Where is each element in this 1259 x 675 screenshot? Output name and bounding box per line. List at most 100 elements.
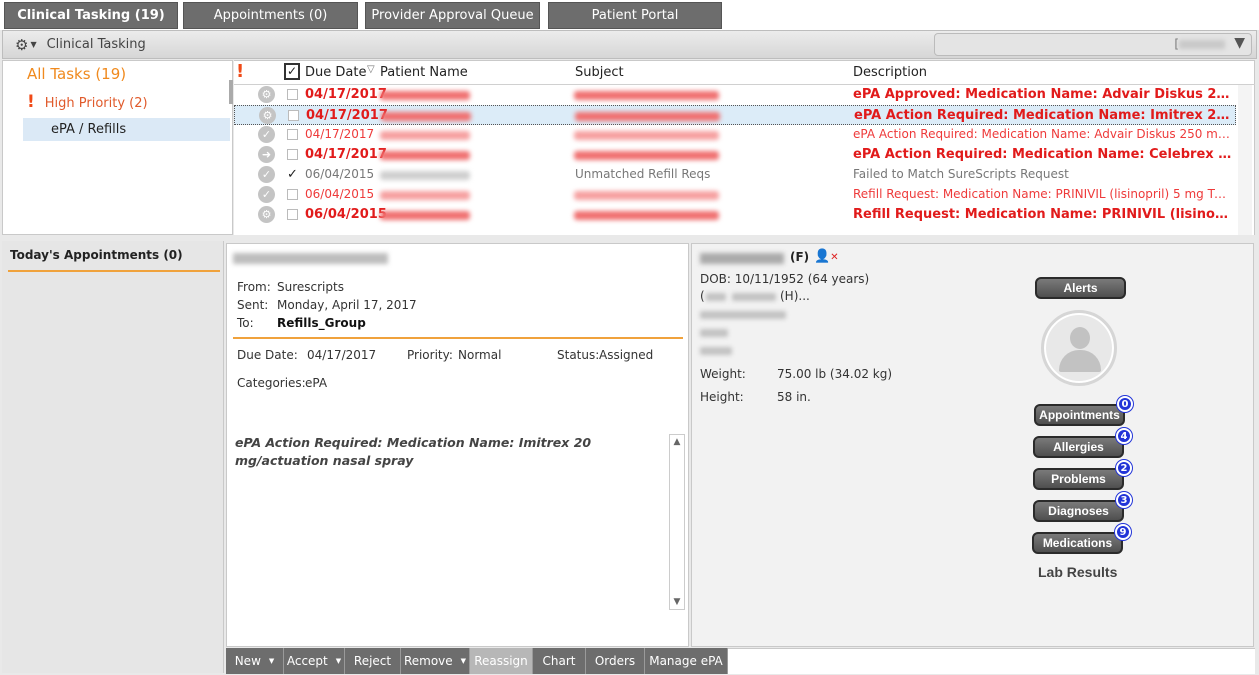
row-checkbox[interactable] [287, 189, 298, 200]
diagnoses-button[interactable]: Diagnoses [1033, 500, 1124, 522]
patient-unlinked-icon[interactable]: 👤✕ [814, 249, 839, 264]
column-description[interactable]: Description [853, 65, 927, 80]
accept-button[interactable]: Accept ▼ [284, 648, 345, 674]
status-strip [728, 648, 1255, 674]
task-row[interactable]: ⚙ 06/04/2015 Refill Request: Medication Na… [234, 205, 1236, 225]
chevron-down-icon[interactable]: ▼ [30, 40, 36, 49]
column-subject[interactable]: Subject [575, 65, 624, 80]
medications-button[interactable]: Medications [1032, 532, 1123, 554]
remove-button[interactable]: Remove ▼ [401, 648, 470, 674]
lab-results-link[interactable]: Lab Results [1038, 564, 1117, 580]
redacted-patient-name [380, 191, 470, 200]
chevron-down-icon[interactable]: ▼ [269, 657, 274, 665]
priority-icon: ! [27, 92, 35, 112]
redacted-patient-name [380, 211, 470, 220]
chevron-down-icon[interactable]: ▼ [461, 657, 466, 665]
todays-appointments-title: Today's Appointments (0) [10, 248, 183, 262]
task-status-arrow-icon: ➜ [258, 146, 275, 163]
top-tab-bar: Clinical Tasking (19) Appointments (0) P… [0, 0, 1259, 30]
redacted-subject [575, 112, 720, 121]
sent-value: Monday, April 17, 2017 [277, 298, 417, 312]
due-date-cell: 04/17/2017 [306, 108, 388, 123]
task-detail-pane: From: Surescripts Sent: Monday, April 17… [226, 243, 689, 647]
redacted-subject [574, 131, 719, 140]
scroll-up-icon[interactable]: ▲ [670, 435, 684, 449]
problems-button[interactable]: Problems [1033, 468, 1124, 490]
row-checkbox[interactable] [288, 110, 299, 121]
row-checkbox[interactable] [287, 129, 298, 140]
chart-button[interactable]: Chart [533, 648, 586, 674]
filter-all-tasks[interactable]: All Tasks (19) [27, 65, 126, 83]
task-row[interactable]: ⚙ 04/17/2017 ePA Approved: Medication Name… [234, 85, 1236, 105]
from-label: From: [237, 280, 271, 294]
tab-label: Patient Portal [591, 8, 679, 23]
chevron-down-icon[interactable]: ▼ [336, 657, 341, 665]
new-button[interactable]: New ▼ [226, 648, 284, 674]
priority-column-icon[interactable]: ! [236, 61, 244, 82]
redacted-subject [574, 151, 719, 160]
description-cell: Failed to Match SureScripts Request [853, 167, 1069, 181]
status-value: Assigned [599, 348, 654, 362]
tab-clinical-tasking[interactable]: Clinical Tasking (19) [4, 2, 178, 29]
orders-button[interactable]: Orders [586, 648, 645, 674]
redacted-phone [732, 293, 776, 301]
redacted-subject [574, 211, 719, 220]
task-row[interactable]: ➜ 04/17/2017 ePA Action Required: Medicati… [234, 145, 1236, 165]
dropdown-arrow-icon[interactable]: ▼ [1234, 35, 1245, 51]
toolbar-title: Clinical Tasking [46, 37, 146, 52]
appointments-button[interactable]: Appointments [1034, 404, 1125, 426]
grid-header: ! ✓ Due Date ▽ Patient Name Subject Desc… [234, 61, 1255, 85]
message-body[interactable]: ePA Action Required: Medication Name: Im… [233, 434, 685, 610]
row-checkbox[interactable] [287, 89, 298, 100]
row-checkbox[interactable]: ✓ [287, 168, 298, 181]
row-checkbox[interactable] [287, 149, 298, 160]
height-label: Height: [700, 390, 744, 404]
tab-provider-approval-queue[interactable]: Provider Approval Queue [365, 2, 540, 29]
task-status-check-icon: ✓ [258, 166, 275, 183]
splitter-handle[interactable] [229, 80, 233, 104]
filter-epa-refills[interactable]: ePA / Refills [23, 118, 230, 141]
task-row[interactable]: ✓ 06/04/2015 Refill Request: Medication Na… [234, 185, 1236, 205]
select-all-checkbox-icon[interactable]: ✓ [284, 63, 300, 80]
manage-epa-button[interactable]: Manage ePA [645, 648, 728, 674]
allergies-button[interactable]: Allergies [1033, 436, 1124, 458]
action-label: Chart [542, 654, 576, 668]
provider-selector[interactable]: [ ▼ [934, 33, 1252, 56]
reassign-button[interactable]: Reassign [470, 648, 533, 674]
patient-avatar-icon [1041, 310, 1117, 386]
to-value: Refills_Group [277, 316, 366, 330]
patient-phone-type: (H)... [780, 289, 810, 303]
medications-count-badge: 9 [1115, 524, 1131, 540]
redacted-patient-name [700, 253, 784, 264]
column-patient-name[interactable]: Patient Name [380, 65, 468, 80]
sort-arrow-icon[interactable]: ▽ [367, 64, 375, 75]
row-checkbox[interactable] [287, 209, 298, 220]
message-text: ePA Action Required: Medication Name: Im… [235, 435, 592, 468]
status-label: Status: [557, 348, 600, 362]
task-row[interactable]: ✓ ✓ 06/04/2015 Unmatched Refill Reqs Failed … [234, 165, 1236, 185]
task-row[interactable]: ✓ 04/17/2017 ePA Action Required: Medicati… [234, 125, 1236, 145]
task-status-gear-icon: ⚙ [259, 107, 276, 124]
filter-high-priority[interactable]: ! High Priority (2) [27, 92, 148, 112]
action-label: Reject [353, 654, 392, 668]
divider [8, 270, 220, 272]
column-due-date[interactable]: Due Date [305, 65, 366, 80]
tab-appointments[interactable]: Appointments (0) [183, 2, 358, 29]
provider-selector-value: [ [1174, 37, 1225, 51]
reject-button[interactable]: Reject [345, 648, 401, 674]
scroll-down-icon[interactable]: ▼ [670, 595, 684, 609]
due-date-cell: 04/17/2017 [305, 87, 387, 102]
message-scrollbar[interactable]: ▲ ▼ [669, 434, 685, 610]
divider [233, 337, 683, 339]
task-row[interactable]: ⚙ 04/17/2017 ePA Action Required: Medicati… [234, 105, 1236, 125]
tab-patient-portal[interactable]: Patient Portal [548, 2, 722, 29]
redacted-task-title [233, 253, 388, 264]
action-label: New [234, 654, 261, 668]
gear-icon[interactable]: ⚙ [15, 36, 28, 54]
grid-scrollbar[interactable] [1238, 85, 1252, 235]
alerts-button[interactable]: Alerts [1035, 277, 1126, 299]
redacted-patient-name [380, 91, 470, 100]
sent-label: Sent: [237, 298, 269, 312]
redacted-provider [1179, 40, 1225, 49]
description-cell: ePA Action Required: Medication Name: Ad… [853, 127, 1233, 141]
